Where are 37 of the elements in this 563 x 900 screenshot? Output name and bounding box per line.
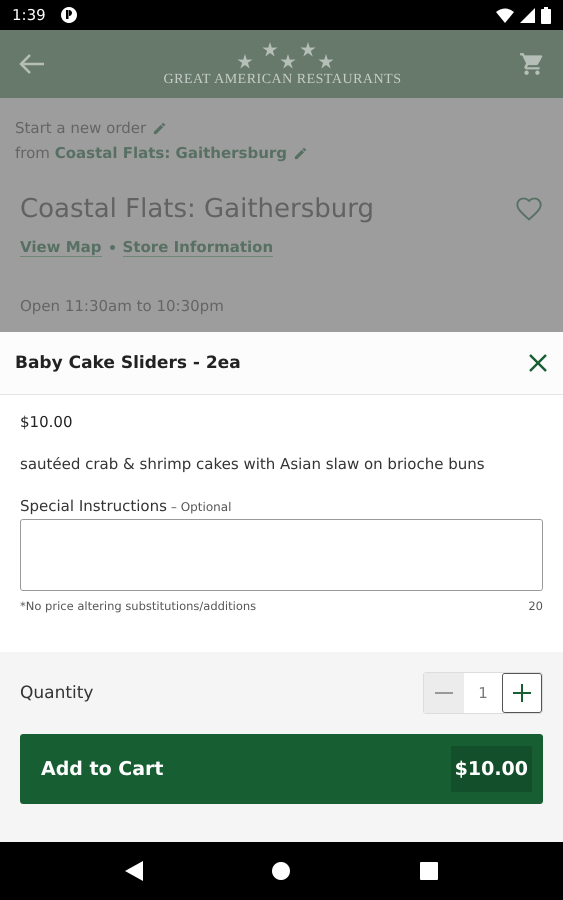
instructions-field[interactable] xyxy=(20,519,543,591)
order-location-text: from Coastal Flats: Gaithersburg xyxy=(15,143,288,164)
cart-icon[interactable] xyxy=(519,51,545,77)
quantity-value: 1 xyxy=(477,683,489,704)
back-button[interactable] xyxy=(18,52,46,76)
item-price: $10.00 xyxy=(20,413,74,431)
separator-dot xyxy=(110,245,115,250)
clock-time: 1:39 xyxy=(12,6,46,24)
optional-label: – Optional xyxy=(170,500,232,514)
store-link[interactable]: Store Information xyxy=(122,238,274,257)
plus-icon xyxy=(512,683,532,703)
notification-icon xyxy=(60,6,78,24)
edit-pencil-icon[interactable] xyxy=(152,121,168,136)
item-description: sautéed crab & shrimp cakes with Asian slaw on brioche buns xyxy=(20,455,486,473)
edit-pencil-icon[interactable] xyxy=(293,146,308,161)
start-order-text: Start a new order xyxy=(15,118,146,139)
home-nav-icon[interactable] xyxy=(272,862,290,880)
instructions-hint: *No price altering substitutions/additions xyxy=(20,599,256,613)
back-nav-icon[interactable] xyxy=(124,861,143,881)
wifi-icon xyxy=(496,8,514,22)
character-counter: 20 xyxy=(528,599,543,613)
store-link[interactable]: View Map xyxy=(20,238,102,257)
item-title: Baby Cake Sliders - 2ea xyxy=(15,353,242,373)
instructions-label: Special Instructions xyxy=(20,497,167,515)
favorite-heart-icon[interactable] xyxy=(515,196,543,222)
add-to-cart-button[interactable]: Add to Cart $10.00 xyxy=(20,734,543,804)
store-name: Coastal Flats: Gaithersburg xyxy=(20,194,375,224)
store-hours: Open 11:30am to 10:30pm xyxy=(20,297,225,315)
increment-button[interactable] xyxy=(502,673,542,713)
minus-icon xyxy=(434,692,454,694)
logo-text: GREAT AMERICAN RESTAURANTS xyxy=(164,72,402,88)
quantity-label: Quantity xyxy=(20,683,94,703)
close-icon[interactable] xyxy=(528,353,548,373)
cart-total: $10.00 xyxy=(450,746,532,792)
recents-nav-icon[interactable] xyxy=(420,862,438,880)
battery-icon xyxy=(541,6,551,24)
signal-icon xyxy=(520,8,535,22)
